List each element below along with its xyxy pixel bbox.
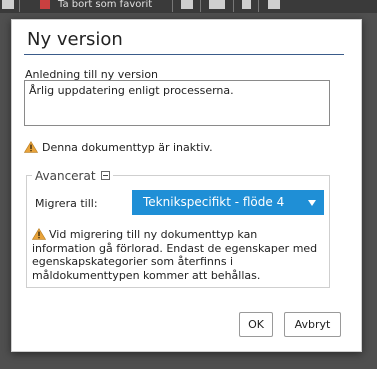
toolbar-unfavorite-label: Ta bort som favorit	[58, 0, 153, 10]
toolbar-separator	[200, 0, 201, 12]
inactive-notice-text: Denna dokumenttyp är inaktiv.	[42, 141, 213, 154]
advanced-legend[interactable]: Avancerat	[32, 169, 113, 183]
toolbar-separator	[233, 0, 234, 12]
toolbar-icon	[181, 0, 193, 9]
migrate-warning: Vid migrering till ny dokumenttyp kan in…	[32, 228, 324, 282]
advanced-legend-label: Avancerat	[35, 169, 96, 183]
migrate-selected-value: Teknikspecifikt - flöde 4	[143, 195, 285, 209]
inactive-notice: Denna dokumenttyp är inaktiv.	[24, 141, 213, 154]
cancel-button[interactable]: Avbryt	[284, 312, 341, 337]
document-icon	[242, 0, 251, 9]
toolbar-separator	[19, 0, 20, 12]
chevron-down-icon	[308, 200, 316, 206]
copy-icon	[268, 0, 280, 9]
unfavorite-icon	[40, 0, 50, 9]
toolbar-separator	[258, 0, 259, 12]
migrate-label: Migrera till:	[35, 197, 98, 210]
background-toolbar: Ta bort som favorit	[0, 0, 377, 13]
new-version-dialog: Ny version Anledning till ny version Årl…	[11, 19, 362, 352]
warning-icon	[24, 141, 38, 153]
toolbar-separator	[172, 0, 173, 12]
dialog-title: Ny version	[27, 29, 123, 50]
toolbar-icon	[209, 0, 225, 9]
ok-button[interactable]: OK	[239, 312, 273, 337]
toolbar-icon	[2, 0, 14, 9]
title-divider	[24, 54, 344, 55]
reason-textarea[interactable]: Årlig uppdatering enligt processerna.	[24, 80, 330, 126]
warning-icon	[32, 228, 46, 240]
collapse-icon[interactable]	[100, 171, 110, 180]
migrate-warning-text: Vid migrering till ny dokumenttyp kan in…	[32, 228, 318, 282]
migrate-target-select[interactable]: Teknikspecifikt - flöde 4	[132, 190, 324, 215]
